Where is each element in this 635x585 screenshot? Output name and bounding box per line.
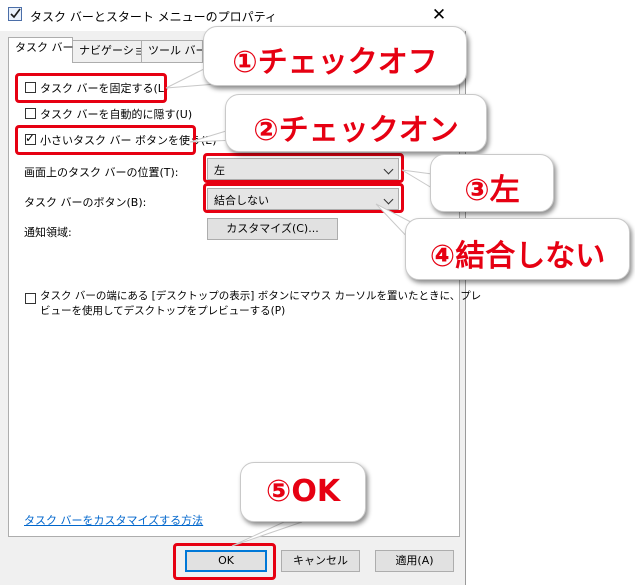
- callout-check-on-text: ②チェックオン: [253, 113, 459, 148]
- callout-check-off-text: ①チェックオフ: [232, 45, 438, 80]
- callout-ok: ⑤OK: [240, 462, 366, 522]
- callout-ok-text: ⑤OK: [265, 474, 341, 509]
- tab-taskbar[interactable]: タスク バー: [8, 37, 74, 63]
- callout-check-off: ①チェックオフ: [203, 26, 467, 86]
- callout-left-text: ③左: [464, 173, 520, 208]
- callout-no-combine: ④結合しない: [405, 218, 630, 280]
- callout-left: ③左: [430, 154, 554, 212]
- callout-check-on: ②チェックオン: [225, 94, 487, 152]
- callout-no-combine-text: ④結合しない: [429, 239, 606, 274]
